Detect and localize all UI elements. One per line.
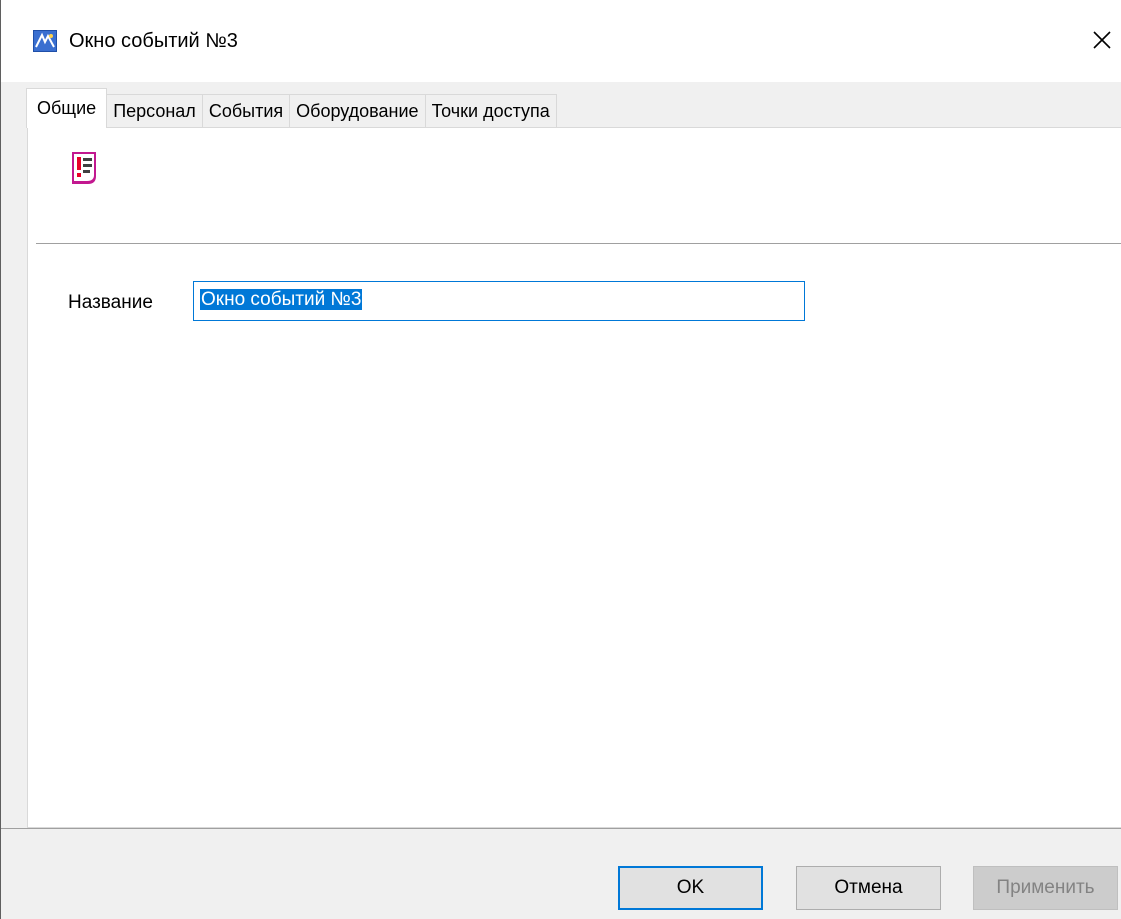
close-button[interactable] (1082, 18, 1121, 62)
tab-general[interactable]: Общие (26, 88, 108, 128)
tab-personnel[interactable]: Персонал (106, 94, 203, 128)
cancel-button[interactable]: Отмена (796, 866, 941, 910)
tab-equipment[interactable]: Оборудование (289, 94, 426, 128)
title-bar: Окно событий №3 (1, 0, 1121, 82)
name-input[interactable]: Окно событий №3 (193, 281, 805, 321)
app-logo-icon (33, 30, 57, 52)
window-title: Окно событий №3 (69, 30, 238, 52)
name-label: Название (68, 292, 153, 313)
event-list-icon (68, 150, 100, 186)
properties-dialog: Окно событий №3 Общие Персонал События О… (0, 0, 1121, 919)
footer-separator (1, 828, 1121, 829)
apply-button[interactable]: Применить (973, 866, 1118, 910)
tab-access-points[interactable]: Точки доступа (424, 94, 557, 128)
name-input-value: Окно событий №3 (200, 289, 363, 310)
close-icon (1093, 31, 1111, 49)
header-separator (36, 243, 1121, 245)
tab-page-general: Название Окно событий №3 (27, 127, 1121, 828)
tab-events[interactable]: События (201, 94, 291, 128)
ok-button[interactable]: OK (618, 866, 763, 910)
tab-strip: Общие Персонал События Оборудование Точк… (26, 88, 557, 128)
